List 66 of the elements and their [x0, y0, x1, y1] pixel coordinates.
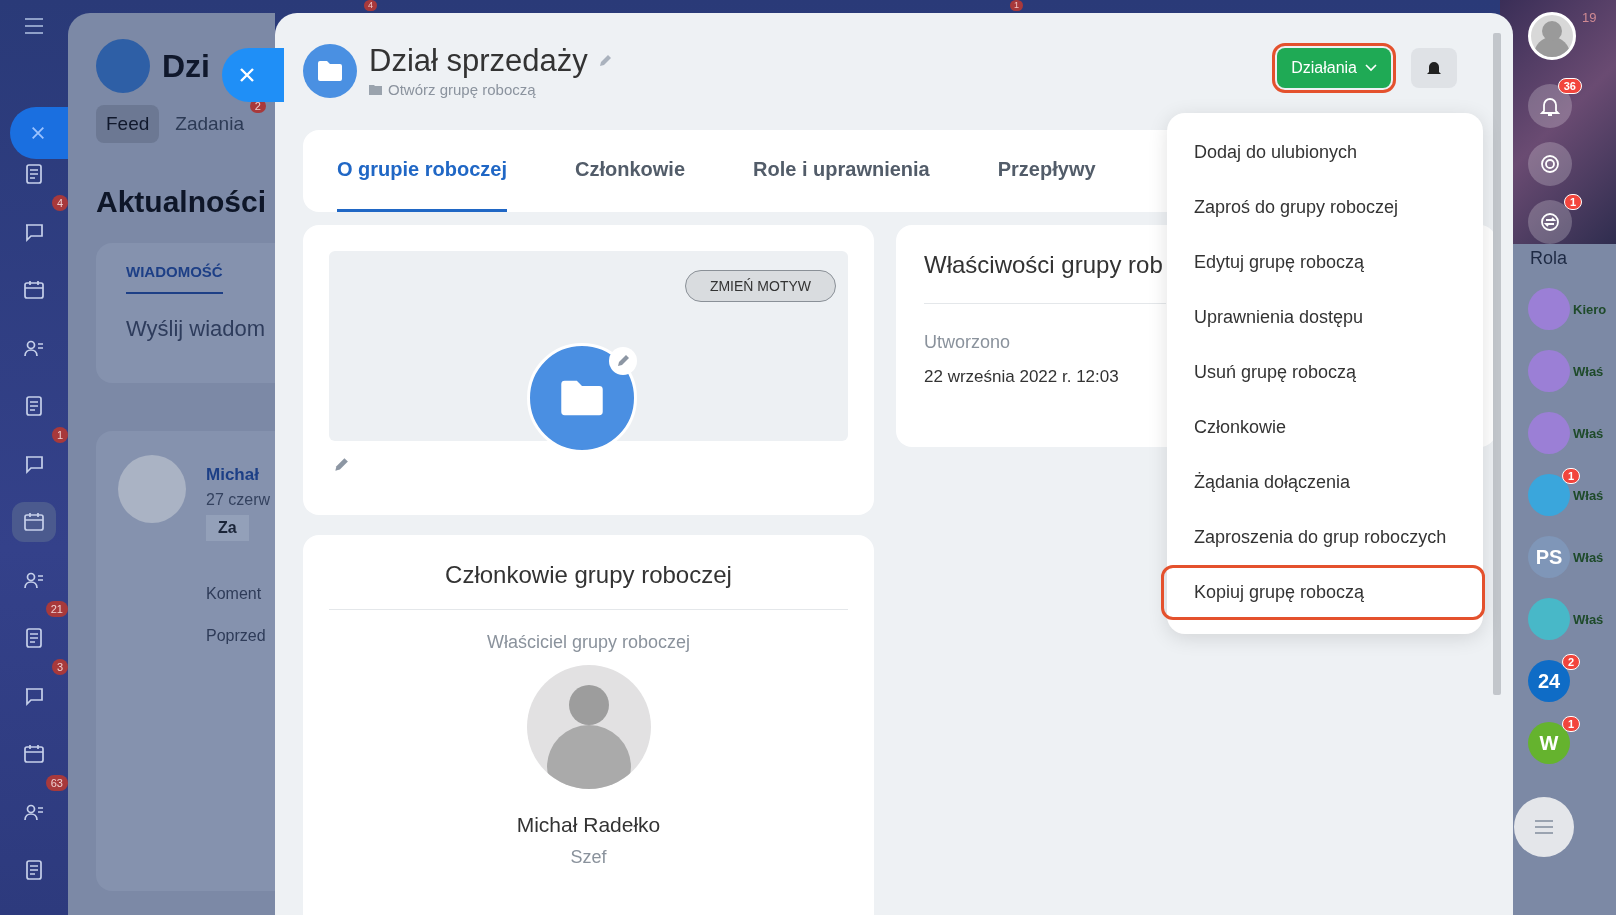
- notification-badge: 1: [1561, 716, 1580, 732]
- menu-item[interactable]: Zaproszenia do grup roboczych: [1167, 510, 1483, 565]
- owner-role: Szef: [570, 847, 607, 868]
- page-heading: Aktualności: [96, 185, 267, 219]
- list-label: Właś: [1573, 549, 1604, 565]
- notification-badge: 4: [364, 0, 377, 11]
- role-button[interactable]: [1528, 200, 1572, 244]
- calendar-icon: [22, 278, 46, 302]
- card-title: Członkowie grupy roboczej: [329, 561, 848, 610]
- menu-item[interactable]: Zaproś do grupy roboczej: [1167, 180, 1483, 235]
- comment-link[interactable]: Koment: [206, 585, 262, 603]
- list-label: Właś: [1573, 425, 1604, 441]
- folder-icon: [96, 39, 150, 93]
- list-label: Kiero: [1573, 301, 1607, 317]
- menu-button[interactable]: [1514, 797, 1574, 857]
- notification-badge: 21: [45, 601, 68, 617]
- pencil-icon[interactable]: [609, 347, 637, 375]
- message-input[interactable]: Wyślij wiadom: [126, 316, 266, 342]
- created-label: Utworzono: [924, 332, 1011, 353]
- group-title: Dział sprzedaży: [369, 43, 588, 79]
- change-theme-button[interactable]: ZMIEŃ MOTYW: [684, 270, 836, 302]
- tab[interactable]: O grupie roboczej: [337, 130, 508, 212]
- bell-button[interactable]: [1411, 47, 1457, 88]
- owner-name[interactable]: Michał Radełko: [516, 813, 661, 837]
- folder-icon: [303, 43, 357, 98]
- tab[interactable]: Feed: [96, 105, 160, 143]
- menu-item[interactable]: Dodaj do ulubionych: [1167, 125, 1483, 180]
- tab[interactable]: Role i uprawnienia: [753, 130, 930, 212]
- notification-count: 19: [1582, 10, 1597, 25]
- notification-badge: 1: [1010, 0, 1023, 11]
- notification-badge: 1: [1561, 468, 1580, 484]
- page-title: Dzi: [162, 47, 210, 85]
- task-chip[interactable]: Za: [206, 515, 249, 541]
- post-date: 27 czerw: [206, 491, 271, 509]
- menu-item[interactable]: Usuń grupę roboczą: [1167, 345, 1483, 400]
- list-label: Właś: [1573, 611, 1604, 627]
- close-button[interactable]: [10, 107, 68, 159]
- tab[interactable]: Przepływy: [997, 130, 1096, 212]
- menu-item[interactable]: Kopiuj grupę roboczą: [1161, 565, 1485, 620]
- notification-badge: 63: [45, 775, 68, 791]
- sidebar-item[interactable]: [12, 502, 56, 542]
- list-icon: [1532, 817, 1556, 837]
- role-label: Rola: [1530, 248, 1568, 269]
- card-title: Właściwości grupy rob: [924, 251, 1166, 304]
- close-icon: [30, 125, 46, 141]
- target-button[interactable]: [1528, 142, 1572, 186]
- folder-icon: [369, 84, 382, 95]
- notification-badge: 2: [1561, 654, 1580, 670]
- menu-item[interactable]: Uprawnienia dostępu: [1167, 290, 1483, 345]
- scrollbar[interactable]: [1493, 33, 1501, 695]
- menu-item[interactable]: Żądania dołączenia: [1167, 455, 1483, 510]
- list-label: Właś: [1573, 487, 1604, 503]
- swap-icon: [1538, 210, 1562, 234]
- menu-item[interactable]: Członkowie: [1167, 400, 1483, 455]
- owner-label: Właściciel grupy roboczej: [486, 632, 691, 653]
- notification-badge: 1: [51, 427, 68, 443]
- list-label: Właś: [1573, 363, 1604, 379]
- close-icon: [238, 66, 256, 84]
- created-date: 22 września 2022 r. 12:03: [924, 367, 1119, 387]
- notification-badge: 4: [51, 195, 68, 211]
- notification-badge: 3: [51, 659, 68, 675]
- menu-item[interactable]: Edytuj grupę roboczą: [1167, 235, 1483, 290]
- tab[interactable]: Członkowie: [575, 130, 686, 212]
- pencil-icon[interactable]: [333, 457, 349, 473]
- chevron-icon: [1365, 63, 1377, 72]
- previous-link[interactable]: Poprzed: [206, 627, 266, 645]
